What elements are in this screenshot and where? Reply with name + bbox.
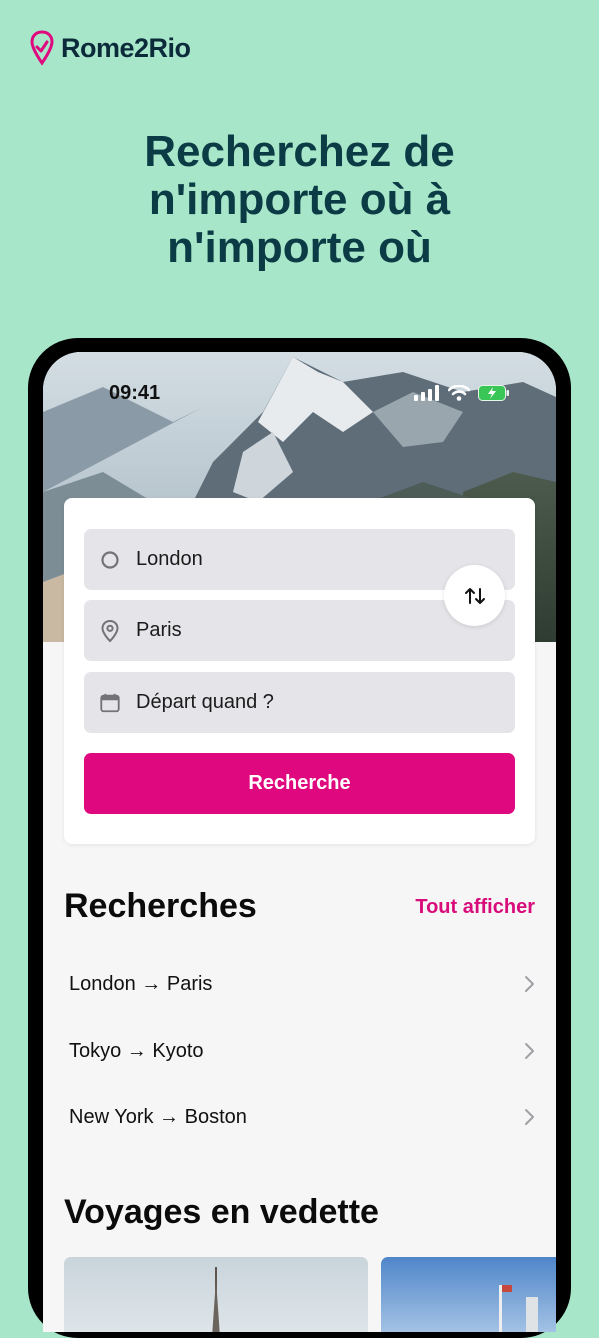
chevron-right-icon	[525, 1109, 534, 1125]
trip-image	[499, 1285, 538, 1332]
swap-button[interactable]	[444, 565, 505, 626]
calendar-icon	[99, 692, 121, 714]
recent-search-label: New York → Boston	[69, 1105, 247, 1128]
search-button[interactable]: Recherche	[84, 753, 515, 814]
origin-value: London	[136, 548, 203, 570]
featured-trip-card[interactable]	[64, 1257, 368, 1332]
logo-pin-icon	[30, 30, 54, 66]
swap-icon	[464, 587, 485, 604]
recent-search-item[interactable]: Tokyo → Kyoto	[69, 1031, 535, 1071]
recent-search-item[interactable]: London → Paris	[69, 964, 535, 1004]
status-time: 09:41	[109, 382, 161, 404]
see-all-link[interactable]: Tout afficher	[415, 896, 535, 919]
featured-trips-title: Voyages en vedette	[64, 1193, 379, 1231]
headline-line-3: n'importe où	[167, 223, 432, 272]
featured-trip-card[interactable]	[381, 1257, 556, 1332]
location-pin-icon	[99, 619, 121, 642]
brand-name: Rome2Rio	[61, 32, 191, 63]
headline-line-1: Recherchez de	[144, 127, 455, 176]
origin-circle-icon	[99, 549, 121, 571]
signal-icon	[414, 385, 439, 401]
search-card: London Paris Départ quand ? Recherche	[64, 498, 535, 844]
recent-search-item[interactable]: New York → Boston	[69, 1097, 535, 1137]
brand-logo: Rome2Rio	[30, 30, 191, 66]
chevron-right-icon	[525, 976, 534, 992]
destination-value: Paris	[136, 619, 182, 641]
date-field[interactable]: Départ quand ?	[84, 672, 515, 733]
date-placeholder: Départ quand ?	[136, 691, 274, 713]
battery-icon	[478, 385, 509, 401]
wifi-icon	[448, 385, 470, 401]
page-headline: Recherchez de n'importe où à n'importe o…	[0, 128, 599, 272]
trip-image	[212, 1267, 220, 1332]
status-icons	[414, 385, 510, 401]
recent-search-label: Tokyo → Kyoto	[69, 1039, 204, 1062]
recent-search-label: London → Paris	[69, 972, 213, 995]
recent-searches-title: Recherches	[64, 887, 257, 925]
phone-screen: 09:41 London Paris Départ quand ? Recher…	[43, 352, 556, 1332]
chevron-right-icon	[525, 1043, 534, 1059]
headline-line-2: n'importe où à	[148, 175, 451, 224]
